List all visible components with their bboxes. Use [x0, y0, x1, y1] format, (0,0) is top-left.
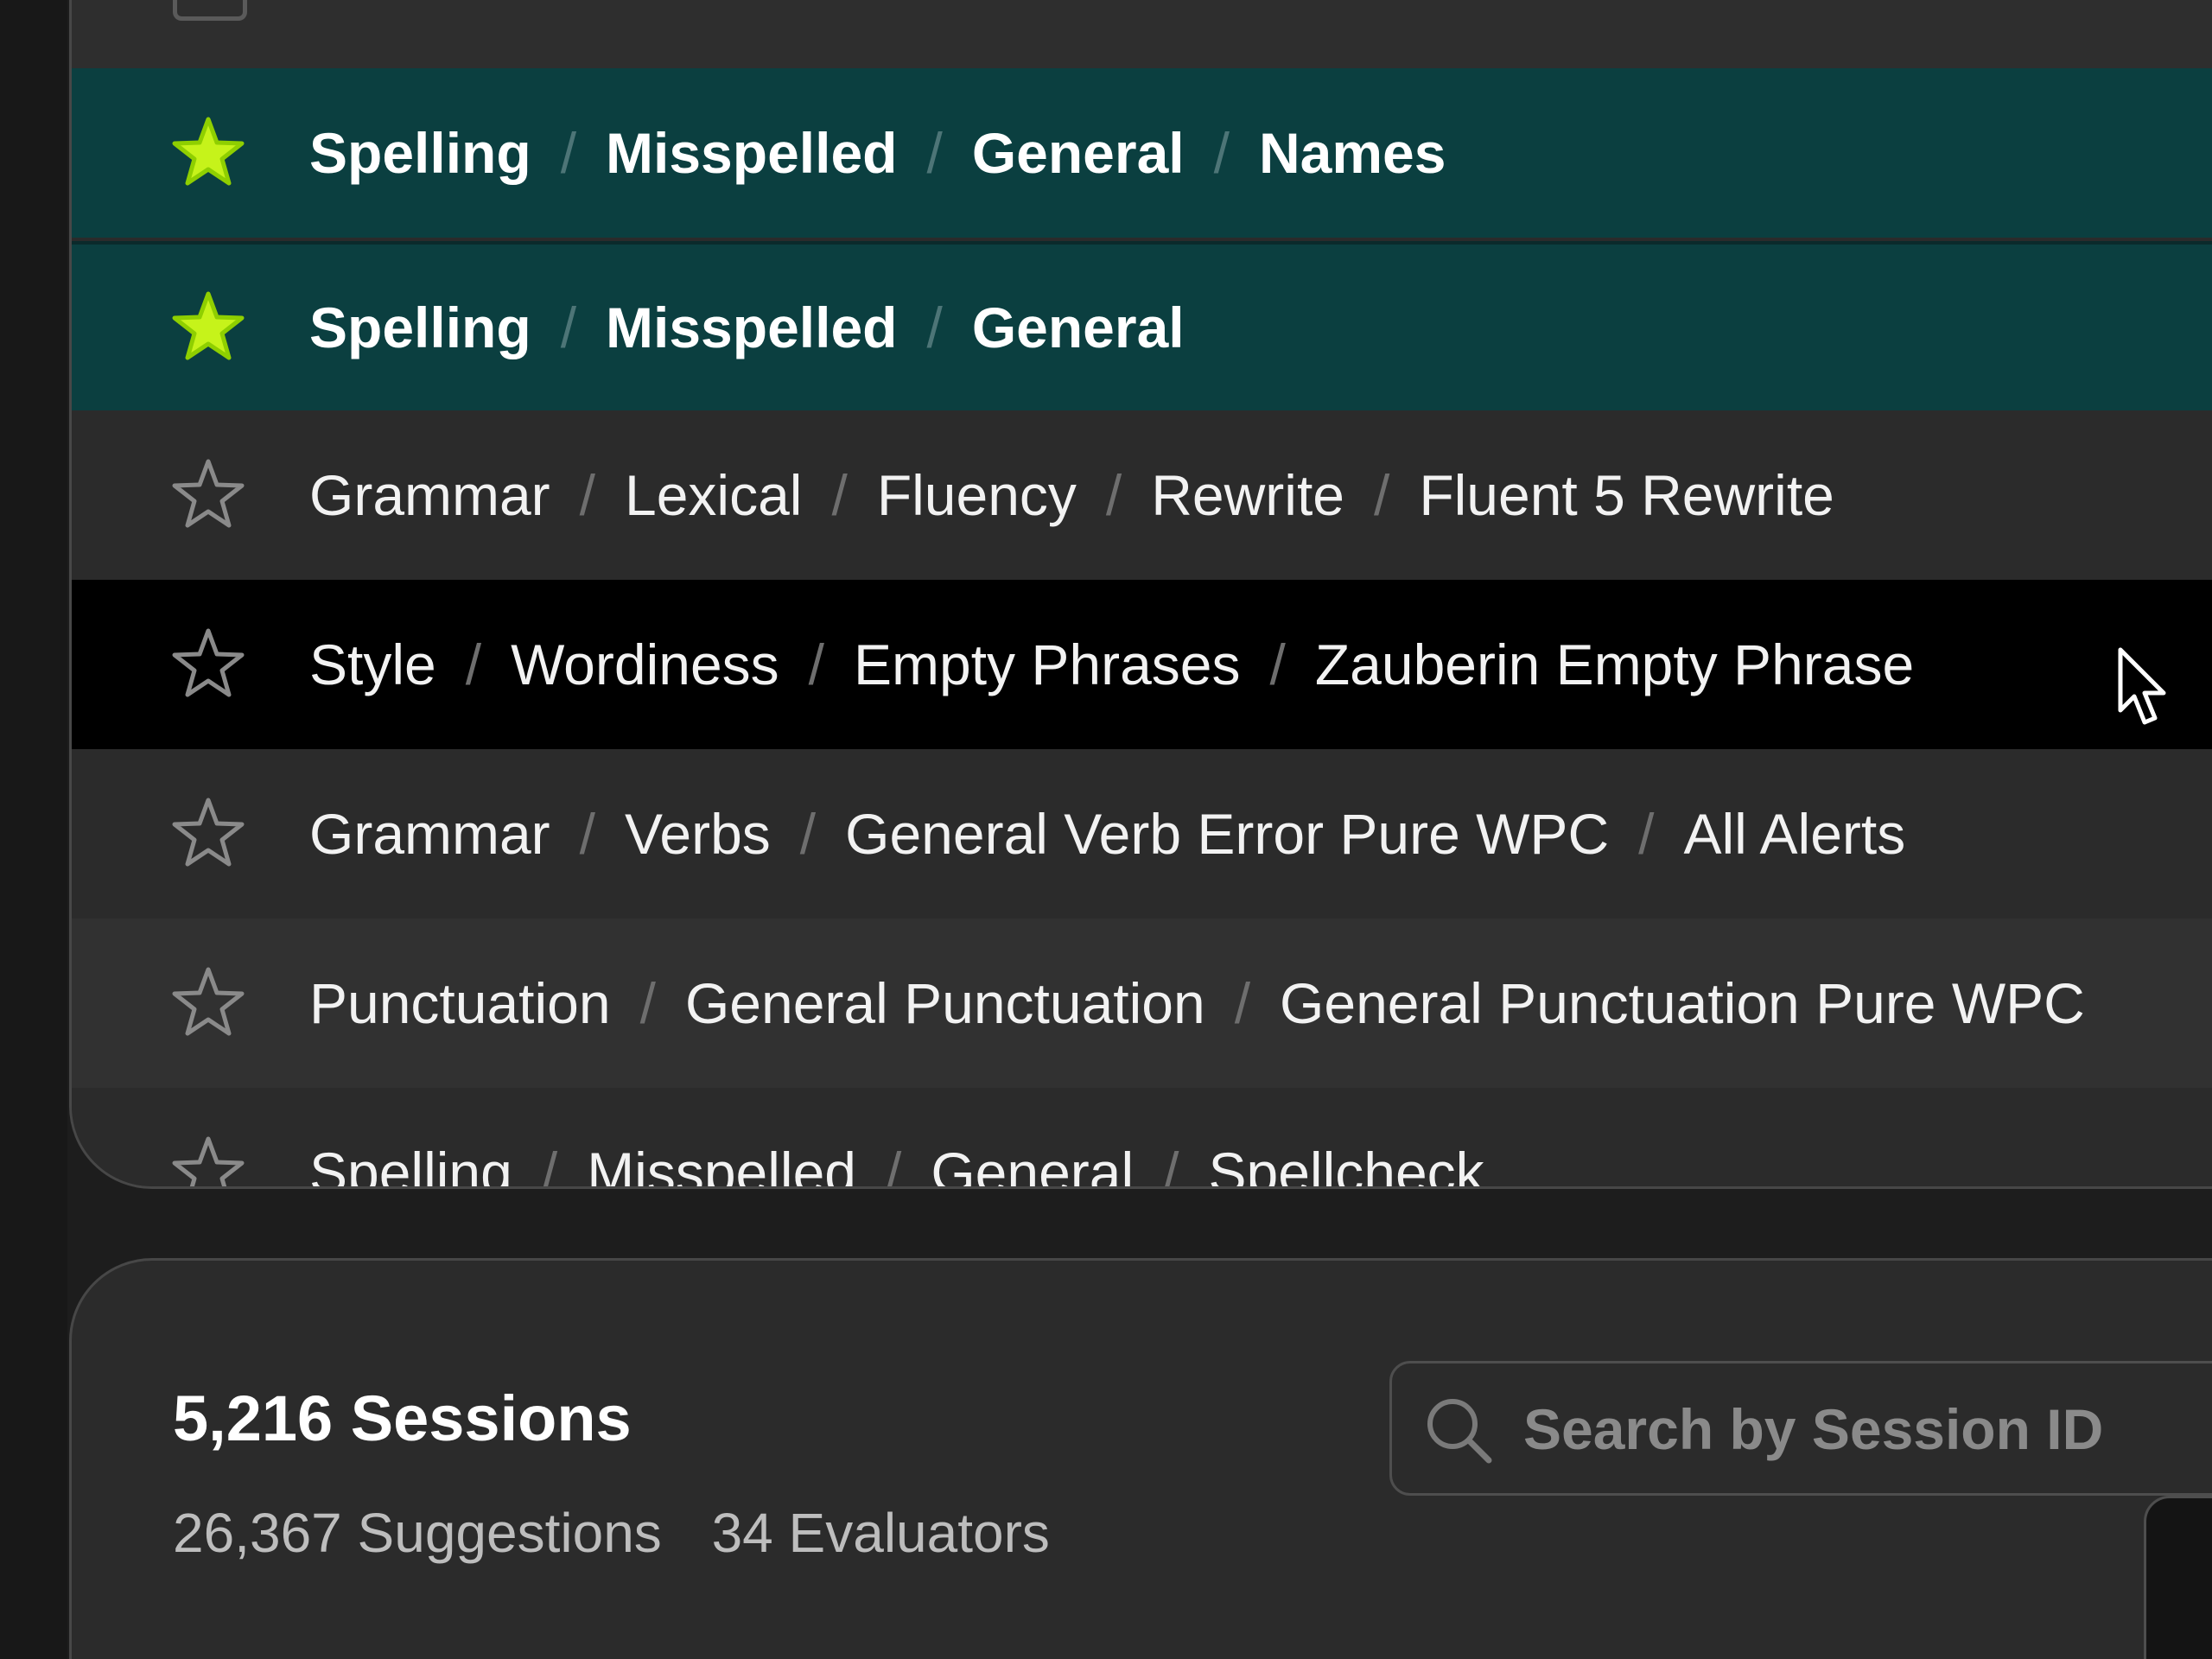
- path-separator: /: [799, 802, 817, 866]
- path-segment: Spelling: [309, 121, 531, 185]
- rule-path: Punctuation / General Punctuation / General …: [309, 975, 2085, 1032]
- path-segment: General Verb Error Pure WPC: [845, 802, 1610, 866]
- rule-row[interactable]: Spelling / Misspelled / General / Names: [72, 68, 2212, 238]
- star-outline-icon[interactable]: [169, 626, 247, 703]
- rule-path: Spelling / Misspelled / General: [309, 299, 1185, 356]
- star-filled-icon[interactable]: [169, 114, 247, 192]
- session-search-box[interactable]: [1389, 1361, 2212, 1496]
- path-segment: General: [971, 296, 1185, 359]
- rule-row[interactable]: Spelling / Misspelled / General / Spellcheck: [72, 1088, 2212, 1189]
- rule-row[interactable]: Grammar / Verbs / General Verb Error Pure WP…: [72, 749, 2212, 918]
- path-segment: Wordiness: [511, 632, 779, 696]
- path-separator: /: [1163, 1141, 1179, 1189]
- path-separator: /: [465, 632, 482, 696]
- path-separator: /: [1638, 802, 1655, 866]
- path-segment: Names: [1258, 121, 1446, 185]
- path-separator: /: [808, 632, 824, 696]
- rule-path: Grammar / Lexical / Fluency / Rewrite / Fluent 5…: [309, 467, 1834, 524]
- path-separator: /: [1269, 632, 1286, 696]
- rule-row[interactable]: Style / Wordiness / Empty Phrases / Zauberin E…: [72, 580, 2212, 749]
- path-separator: /: [639, 971, 656, 1035]
- sessions-stats: 26,367 Suggestions 34 Evaluators: [173, 1501, 1050, 1565]
- rule-row[interactable]: Punctuation / General Punctuation / General …: [72, 918, 2212, 1088]
- path-separator: /: [885, 1141, 902, 1189]
- left-gutter: [0, 0, 67, 1659]
- path-segment: Grammar: [309, 463, 550, 527]
- path-segment: Rewrite: [1151, 463, 1344, 527]
- path-separator: /: [831, 463, 848, 527]
- path-separator: /: [1234, 971, 1251, 1035]
- path-separator: /: [579, 802, 596, 866]
- path-separator: /: [1213, 121, 1230, 185]
- list-header-partial: [72, 0, 2212, 68]
- rule-path: Spelling / Misspelled / General / Spellcheck: [309, 1141, 1484, 1189]
- path-segment: Spellcheck: [1208, 1141, 1484, 1189]
- star-filled-icon[interactable]: [169, 289, 247, 366]
- star-outline-icon[interactable]: [169, 1134, 247, 1189]
- sessions-count-title: 5,216 Sessions: [173, 1382, 632, 1454]
- rule-path: Style / Wordiness / Empty Phrases / Zauberin E…: [309, 636, 1914, 693]
- path-segment: Zauberin Empty Phrase: [1314, 632, 1915, 696]
- rule-row[interactable]: Grammar / Lexical / Fluency / Rewrite / Fluent 5…: [72, 410, 2212, 580]
- star-outline-icon[interactable]: [169, 964, 247, 1042]
- path-segment: All Alerts: [1683, 802, 1906, 866]
- select-all-checkbox[interactable]: [173, 0, 247, 21]
- path-separator: /: [1105, 463, 1122, 527]
- session-search-input[interactable]: [1522, 1381, 2212, 1478]
- path-segment: Misspelled: [587, 1141, 856, 1189]
- rule-path: Grammar / Verbs / General Verb Error Pure WP…: [309, 805, 1905, 862]
- sessions-panel: 5,216 Sessions 26,367 Suggestions 34 Eva…: [69, 1258, 2212, 1659]
- path-separator: /: [560, 121, 577, 185]
- path-segment: Grammar: [309, 802, 550, 866]
- rule-path: Spelling / Misspelled / General / Names: [309, 124, 1446, 181]
- evaluators-count: 34 Evaluators: [711, 1502, 1050, 1564]
- path-segment: Spelling: [309, 296, 531, 359]
- path-segment: Style: [309, 632, 436, 696]
- corner-control[interactable]: [2144, 1496, 2212, 1659]
- path-segment: Fluency: [876, 463, 1077, 527]
- path-segment: General: [971, 121, 1185, 185]
- mouse-pointer-icon: [2118, 647, 2166, 725]
- path-segment: Misspelled: [606, 121, 898, 185]
- path-segment: Punctuation: [309, 971, 611, 1035]
- path-segment: Spelling: [309, 1141, 512, 1189]
- path-separator: /: [1373, 463, 1390, 527]
- path-separator: /: [926, 121, 943, 185]
- suggestions-count: 26,367 Suggestions: [173, 1502, 662, 1564]
- app-screen: Spelling / Misspelled / General / Names Spellin…: [0, 0, 2212, 1659]
- path-segment: Lexical: [625, 463, 803, 527]
- path-segment: General: [931, 1141, 1135, 1189]
- path-separator: /: [579, 463, 596, 527]
- path-segment: Fluent 5 Rewrite: [1419, 463, 1834, 527]
- path-separator: /: [541, 1141, 558, 1189]
- path-segment: General Punctuation Pure WPC: [1280, 971, 2085, 1035]
- path-segment: Empty Phrases: [854, 632, 1241, 696]
- path-segment: Verbs: [625, 802, 771, 866]
- star-outline-icon[interactable]: [169, 795, 247, 873]
- search-icon: [1427, 1399, 1492, 1464]
- path-segment: Misspelled: [606, 296, 898, 359]
- rule-row[interactable]: Spelling / Misspelled / General: [72, 241, 2212, 410]
- rule-list-panel: Spelling / Misspelled / General / Names Spellin…: [69, 0, 2212, 1189]
- star-outline-icon[interactable]: [169, 456, 247, 534]
- path-segment: General Punctuation: [684, 971, 1205, 1035]
- path-separator: /: [926, 296, 943, 359]
- path-separator: /: [560, 296, 577, 359]
